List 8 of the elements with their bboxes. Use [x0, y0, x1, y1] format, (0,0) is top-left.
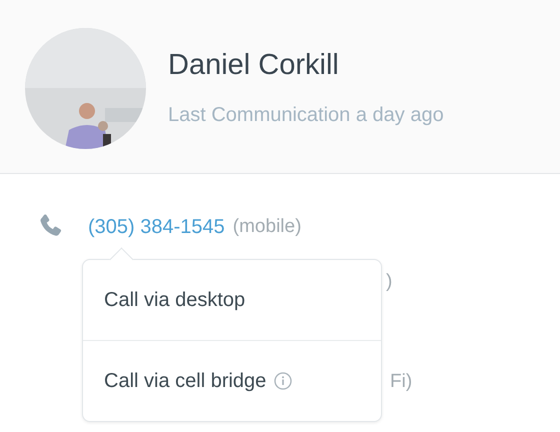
- menu-item[interactable]: Call via cell bridge: [83, 340, 381, 421]
- phone-type: (mobile): [232, 216, 302, 238]
- last-communication: Last Communication a day ago: [168, 104, 444, 126]
- menu-item[interactable]: Call via desktop: [83, 260, 381, 340]
- phone-type: Fi): [390, 371, 412, 393]
- phone-type: ): [386, 271, 392, 293]
- contact-name: Daniel Corkill: [168, 48, 340, 82]
- info-icon: [274, 372, 292, 390]
